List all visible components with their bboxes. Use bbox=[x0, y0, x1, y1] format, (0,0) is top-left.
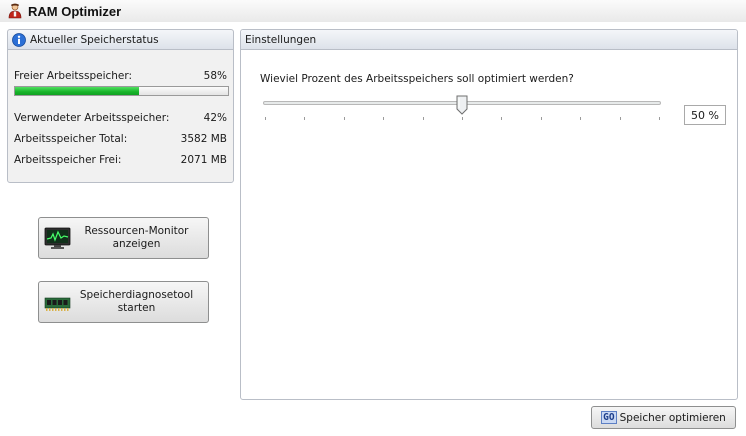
settings-title: Einstellungen bbox=[245, 33, 317, 46]
slider-tick bbox=[619, 117, 621, 120]
free-memory-progress-bar bbox=[14, 86, 229, 96]
slider-tick bbox=[540, 117, 542, 120]
slider-tick bbox=[659, 117, 660, 120]
optimize-percent-slider-thumb[interactable] bbox=[456, 95, 468, 115]
free-memory-label: Freier Arbeitsspeicher: bbox=[14, 70, 133, 82]
info-icon bbox=[12, 32, 26, 47]
slider-tick bbox=[304, 117, 306, 120]
total-memory-label: Arbeitsspeicher Total: bbox=[14, 133, 128, 145]
memory-status-header: Aktueller Speicherstatus bbox=[8, 30, 233, 50]
used-memory-label: Verwendeter Arbeitsspeicher: bbox=[14, 112, 170, 124]
free-memory-progress-fill bbox=[15, 87, 139, 95]
total-memory-value: 3582 MB bbox=[180, 133, 227, 145]
memory-status-panel: Aktueller Speicherstatus Freier Arbeitss… bbox=[7, 29, 234, 183]
settings-header: Einstellungen bbox=[241, 30, 737, 50]
slider-tick bbox=[462, 117, 463, 120]
ram-optimizer-user-icon bbox=[8, 3, 22, 19]
resource-monitor-label: Ressourcen-Monitor anzeigen bbox=[84, 225, 189, 250]
settings-panel: Einstellungen Wieviel Prozent des Arbeit… bbox=[240, 29, 738, 400]
memory-status-title: Aktueller Speicherstatus bbox=[30, 33, 159, 46]
optimize-memory-button[interactable]: GO Speicher optimieren bbox=[591, 406, 736, 429]
slider-tick bbox=[580, 117, 582, 120]
title-bar: RAM Optimizer bbox=[0, 0, 746, 22]
resource-monitor-icon bbox=[44, 227, 71, 249]
optimize-percent-value[interactable]: 50 % bbox=[684, 105, 726, 125]
optimize-percent-question: Wieviel Prozent des Arbeitsspeichers sol… bbox=[260, 73, 574, 85]
optimize-memory-label: Speicher optimieren bbox=[619, 411, 726, 424]
memory-diagnostic-label: Speicherdiagnosetool starten bbox=[79, 289, 194, 314]
slider-tick bbox=[383, 117, 385, 120]
slider-tick bbox=[343, 117, 345, 120]
total-memory-row: Arbeitsspeicher Total: 3582 MB bbox=[14, 133, 227, 145]
free-memory-mb-label: Arbeitsspeicher Frei: bbox=[14, 154, 122, 166]
slider-tick bbox=[265, 117, 266, 120]
free-memory-mb-row: Arbeitsspeicher Frei: 2071 MB bbox=[14, 154, 227, 166]
memory-chip-icon bbox=[44, 297, 71, 311]
slider-tick bbox=[501, 117, 503, 120]
window-title: RAM Optimizer bbox=[28, 3, 122, 19]
used-memory-percent: 42% bbox=[203, 112, 227, 124]
memory-diagnostic-button[interactable]: Speicherdiagnosetool starten bbox=[38, 281, 209, 323]
used-memory-row: Verwendeter Arbeitsspeicher: 42% bbox=[14, 112, 227, 124]
free-memory-percent: 58% bbox=[203, 70, 227, 82]
free-memory-mb-value: 2071 MB bbox=[180, 154, 227, 166]
resource-monitor-button[interactable]: Ressourcen-Monitor anzeigen bbox=[38, 217, 209, 259]
slider-tick bbox=[422, 117, 424, 120]
go-icon: GO bbox=[601, 411, 617, 424]
free-memory-row: Freier Arbeitsspeicher: 58% bbox=[14, 70, 227, 82]
